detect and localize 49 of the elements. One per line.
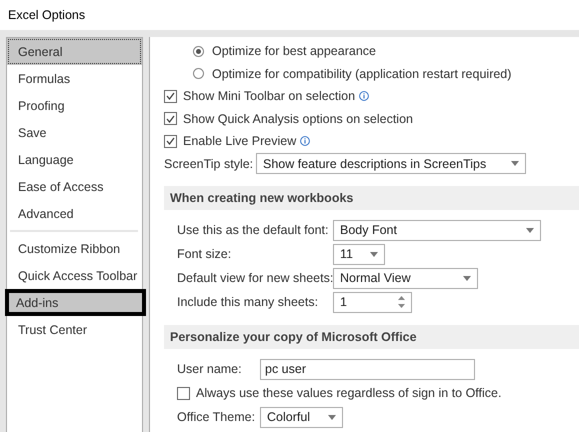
option-label: Always use these values regardless of sign in to Office. bbox=[196, 386, 502, 400]
sidebar-item[interactable]: Advanced bbox=[7, 200, 142, 227]
input-field[interactable]: pc user bbox=[260, 358, 475, 380]
field-label: Include this many sheets: bbox=[177, 295, 320, 309]
option-label: Show Mini Toolbar on selection bbox=[183, 89, 356, 104]
dropdown[interactable]: Show feature descriptions in ScreenTips bbox=[256, 153, 526, 174]
radio-button[interactable] bbox=[193, 68, 204, 80]
dropdown[interactable]: Colorful bbox=[260, 406, 343, 428]
section-header: When creating new workbooks bbox=[164, 186, 579, 210]
radio-button[interactable] bbox=[193, 46, 204, 57]
spinner-arrows-icon bbox=[398, 296, 405, 308]
sidebar-item[interactable]: Ease of Access bbox=[7, 173, 142, 200]
field-label: User name: bbox=[177, 362, 243, 376]
caret-icon bbox=[328, 414, 336, 420]
section-header: Personalize your copy of Microsoft Office bbox=[164, 325, 579, 349]
sidebar-item[interactable]: Trust Center bbox=[7, 316, 142, 343]
check-icon bbox=[166, 92, 175, 100]
sidebar-item[interactable]: Customize Ribbon bbox=[7, 235, 142, 262]
checkbox[interactable] bbox=[164, 112, 177, 126]
checkbox[interactable] bbox=[164, 134, 177, 148]
dropdown[interactable]: Body Font bbox=[333, 220, 541, 240]
field-label: Font size: bbox=[177, 247, 232, 261]
sidebar-item[interactable]: Quick Access Toolbar bbox=[7, 262, 142, 289]
field-label: Office Theme: bbox=[177, 410, 256, 424]
caret-icon bbox=[511, 161, 519, 166]
field-label: Default view for new sheets: bbox=[177, 271, 333, 285]
checkbox[interactable] bbox=[177, 386, 190, 400]
caret-icon bbox=[526, 228, 534, 232]
caret-icon bbox=[370, 252, 378, 256]
spinner-field[interactable]: 1 bbox=[333, 292, 412, 312]
option-label: Enable Live Preview bbox=[183, 134, 296, 148]
sidebar-item[interactable]: General bbox=[7, 38, 142, 65]
dropdown[interactable]: Normal View bbox=[333, 268, 478, 288]
field-label: ScreenTip style: bbox=[164, 156, 254, 171]
check-icon bbox=[166, 137, 175, 146]
field-label: Use this as the default font: bbox=[177, 223, 330, 237]
sidebar-item[interactable]: Save bbox=[7, 119, 142, 146]
sidebar-item[interactable]: Formulas bbox=[7, 65, 142, 92]
window-title: Excel Options bbox=[8, 8, 86, 22]
dropdown[interactable]: 11 bbox=[333, 244, 385, 264]
option-label: Show Quick Analysis options on selection bbox=[183, 112, 413, 126]
check-icon bbox=[166, 114, 175, 123]
checkbox[interactable] bbox=[164, 90, 177, 103]
sidebar-item[interactable]: Language bbox=[7, 146, 142, 173]
option-label: Optimize for compatibility (application restart required) bbox=[212, 66, 512, 81]
caret-icon bbox=[463, 276, 471, 280]
sidebar-item[interactable]: Proofing bbox=[7, 92, 142, 119]
sidebar-item[interactable]: Add-ins bbox=[5, 289, 146, 316]
option-label: Optimize for best appearance bbox=[212, 44, 376, 58]
